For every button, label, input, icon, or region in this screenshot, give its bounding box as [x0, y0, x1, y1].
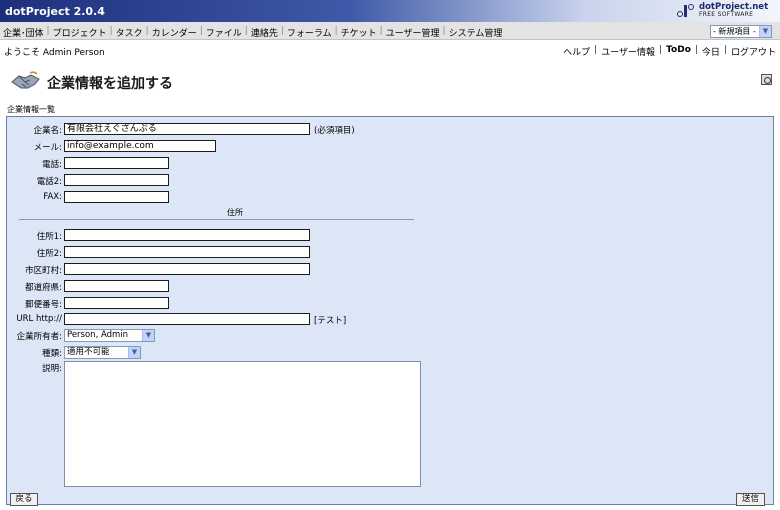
app-title: dotProject 2.0.4 [5, 5, 105, 18]
logo-subtitle: FREE SOFTWARE [699, 11, 754, 18]
nav-companies[interactable]: 企業･団体 [3, 26, 44, 39]
url-input[interactable] [64, 313, 310, 325]
chevron-down-icon: ▼ [759, 26, 771, 37]
link-todo[interactable]: ToDo [666, 45, 691, 58]
link-help[interactable]: ヘルプ [563, 45, 590, 58]
company-form: 企業名: 有限会社えぐざんぷる (必須項目) メール: info@example… [6, 116, 774, 506]
nav-projects[interactable]: プロジェクト [53, 26, 107, 39]
zip-input[interactable] [64, 297, 169, 309]
link-today[interactable]: 今日 [702, 45, 720, 58]
address-section-title: 住所 [227, 208, 243, 217]
help-icon[interactable] [761, 74, 772, 85]
phone2-input[interactable] [64, 174, 169, 186]
address-divider [19, 219, 414, 220]
city-label: 市区町村: [25, 266, 62, 276]
type-select-value: 適用不可能 [67, 347, 110, 357]
link-logout[interactable]: ログアウト [731, 45, 776, 58]
description-textarea[interactable] [64, 361, 421, 487]
owner-select-value: Person, Admin [67, 330, 129, 340]
submit-button[interactable]: 送信 [736, 493, 765, 506]
breadcrumb-company-list[interactable]: 企業情報一覧 [7, 104, 55, 115]
state-label: 都道府県: [25, 283, 62, 293]
zip-label: 郵便番号: [25, 300, 62, 310]
url-test-link[interactable]: [テスト] [314, 314, 346, 326]
nav-forums[interactable]: フォーラム [287, 26, 332, 39]
nav-files[interactable]: ファイル [206, 26, 242, 39]
fax-label: FAX: [43, 192, 62, 202]
company-name-label: 企業名: [33, 126, 62, 136]
type-select[interactable]: 適用不可能 ▼ [64, 346, 141, 359]
nav-tasks[interactable]: タスク [116, 26, 143, 39]
back-button[interactable]: 戻る [10, 493, 38, 506]
address2-input[interactable] [64, 246, 310, 258]
welcome-text: ようこそ Admin Person [4, 48, 105, 58]
company-name-input[interactable]: 有限会社えぐざんぷる [64, 123, 310, 135]
phone-label: 電話: [42, 160, 62, 170]
handshake-icon [11, 71, 40, 89]
chevron-down-icon: ▼ [142, 330, 154, 341]
url-label: URL http:// [16, 314, 62, 324]
city-input[interactable] [64, 263, 310, 275]
logo-name: dotProject.net [699, 2, 769, 12]
address1-input[interactable] [64, 229, 310, 241]
new-item-select-value: - 新規項目 - [713, 27, 756, 36]
main-nav: 企業･団体 | プロジェクト | タスク | カレンダー | ファイル | 連絡先 | フォ… [0, 22, 780, 40]
top-links: ヘルプ | ユーザー情報 | ToDo | 今日 | ログアウト [563, 45, 776, 58]
fax-input[interactable] [64, 191, 169, 203]
owner-label: 企業所有者: [16, 332, 62, 342]
address1-label: 住所1: [36, 232, 62, 242]
email-input[interactable]: info@example.com [64, 140, 216, 152]
dotproject-logo[interactable]: dotProject.net FREE SOFTWARE [676, 2, 774, 20]
address2-label: 住所2: [36, 249, 62, 259]
nav-system-admin[interactable]: システム管理 [449, 26, 503, 39]
chevron-down-icon: ▼ [128, 347, 140, 358]
title-bar: dotProject 2.0.4 dotProject.net FREE SOF… [0, 0, 780, 22]
phone2-label: 電話2: [36, 177, 62, 187]
dotproject-logo-icon [676, 2, 696, 20]
nav-user-admin[interactable]: ユーザー管理 [386, 26, 440, 39]
required-note: (必須項目) [314, 126, 355, 136]
nav-calendar[interactable]: カレンダー [152, 26, 197, 39]
type-label: 種類: [42, 349, 62, 359]
nav-tickets[interactable]: チケット [341, 26, 377, 39]
state-input[interactable] [64, 280, 169, 292]
email-label: メール: [33, 143, 62, 153]
phone-input[interactable] [64, 157, 169, 169]
new-item-select[interactable]: - 新規項目 - ▼ [710, 25, 772, 38]
owner-select[interactable]: Person, Admin ▼ [64, 329, 155, 342]
nav-contacts[interactable]: 連絡先 [251, 26, 278, 39]
page-title: 企業情報を追加する [47, 76, 173, 92]
description-label: 説明: [42, 364, 62, 374]
link-user-info[interactable]: ユーザー情報 [601, 45, 655, 58]
